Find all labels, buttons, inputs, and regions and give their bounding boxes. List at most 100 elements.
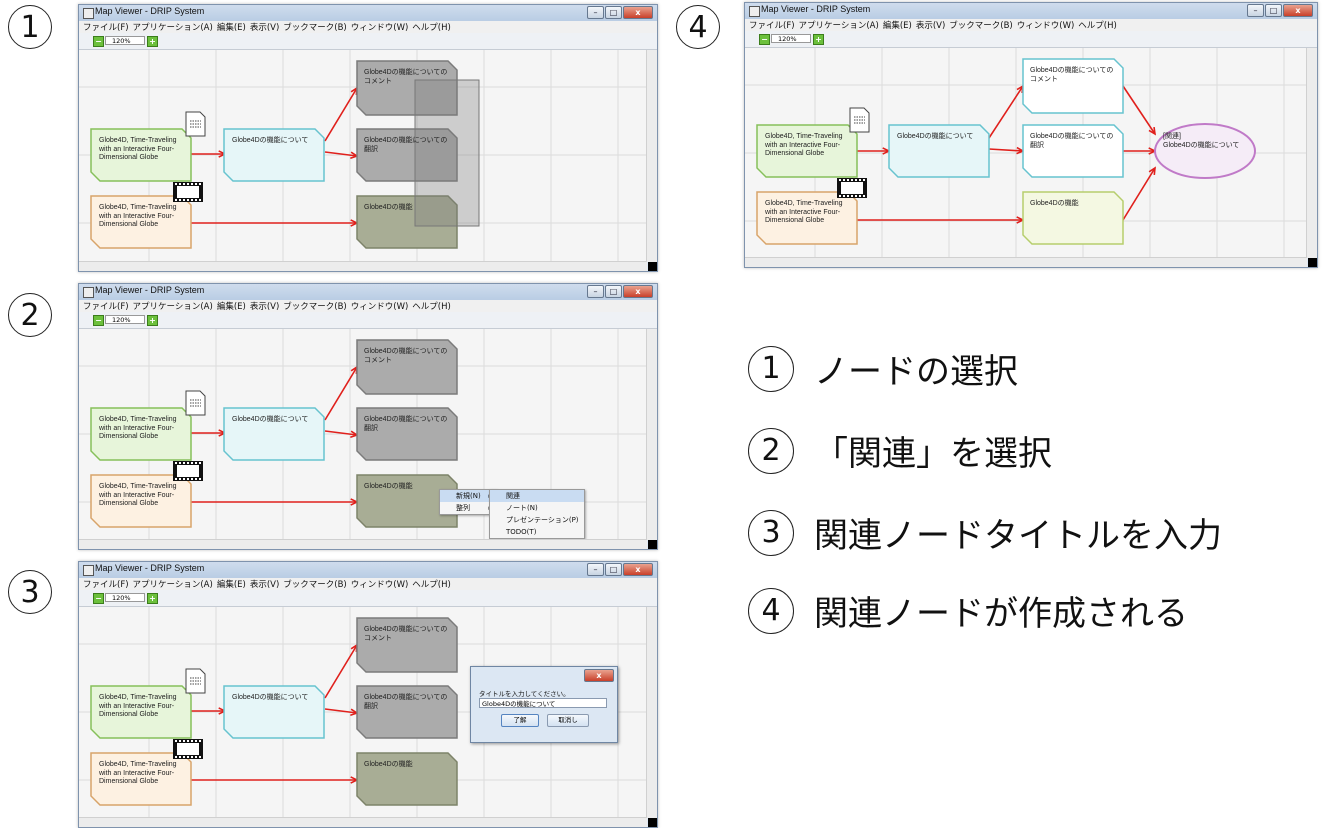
navigator-corner[interactable] xyxy=(648,262,657,271)
menu-item-2[interactable]: 編集(E) xyxy=(217,23,246,33)
close-button[interactable]: x xyxy=(1283,4,1313,17)
menu-item-6[interactable]: ヘルプ(H) xyxy=(412,580,451,590)
zoom-out-button[interactable]: − xyxy=(93,315,104,326)
window-title: Map Viewer - DRIP System xyxy=(761,4,871,14)
app-icon xyxy=(83,287,94,298)
menu-item-0[interactable]: ファイル(F) xyxy=(83,23,129,33)
node-source-globe4d-paper-label: Globe4D, Time-Traveling with an Interact… xyxy=(99,694,177,718)
close-button[interactable]: x xyxy=(623,6,653,19)
menu-item-2[interactable]: 編集(E) xyxy=(217,580,246,590)
menu-new[interactable]: 新規(N)▸ xyxy=(440,490,496,502)
minimize-button[interactable]: – xyxy=(587,6,604,19)
link-arrow xyxy=(324,87,358,142)
menu-item-5[interactable]: ウィンドウ(W) xyxy=(351,23,409,33)
menu-align[interactable]: 整列▸ xyxy=(440,502,496,514)
step-caption-2: 2 「関連」を選択 xyxy=(748,426,1052,475)
navigator-corner[interactable] xyxy=(648,540,657,549)
menu-bar: ファイル(F) アプリケーション(A) 編集(E) 表示(V) ブックマーク(B) ウィン… xyxy=(745,19,1317,31)
maximize-button[interactable]: □ xyxy=(1265,4,1282,17)
zoom-select[interactable]: 120% xyxy=(105,315,145,324)
navigator-corner[interactable] xyxy=(648,818,657,827)
zoom-out-button[interactable]: − xyxy=(759,34,770,45)
menu-item-6[interactable]: ヘルプ(H) xyxy=(412,23,451,33)
step-number-2: 2 xyxy=(748,427,794,474)
minimize-button[interactable]: – xyxy=(587,285,604,298)
vertical-scrollbar[interactable] xyxy=(646,607,657,818)
window-title: Map Viewer - DRIP System xyxy=(95,285,205,295)
submenu-item-2[interactable]: プレゼンテーション(P) xyxy=(490,514,584,526)
maximize-button[interactable]: □ xyxy=(605,285,622,298)
vertical-scrollbar[interactable] xyxy=(646,329,657,540)
menu-item-6[interactable]: ヘルプ(H) xyxy=(1078,21,1117,31)
vertical-scrollbar[interactable] xyxy=(646,50,657,262)
title-bar: Map Viewer - DRIP System – □ x xyxy=(79,284,657,300)
map-canvas[interactable]: Globe4D, Time-Traveling with an Interact… xyxy=(79,607,657,818)
menu-item-4[interactable]: ブックマーク(B) xyxy=(283,23,346,33)
node-globe4d-translation-label: Globe4Dの機能についての 翻訳 xyxy=(364,416,448,432)
link-arrow xyxy=(324,644,358,699)
zoom-in-button[interactable]: + xyxy=(147,593,158,604)
horizontal-scrollbar[interactable] xyxy=(79,539,647,549)
zoom-in-button[interactable]: + xyxy=(147,315,158,326)
menu-item-1[interactable]: アプリケーション(A) xyxy=(133,580,213,590)
menu-item-5[interactable]: ウィンドウ(W) xyxy=(351,580,409,590)
map-canvas[interactable]: Globe4D, Time-Traveling with an Interact… xyxy=(79,50,657,262)
title-input-dialog: x タイトルを入力してください。 Globe4Dの機能について了解 取消し xyxy=(470,666,618,743)
map-canvas[interactable]: Globe4D, Time-Traveling with an Interact… xyxy=(745,48,1317,258)
title-bar: Map Viewer - DRIP System – □ x xyxy=(79,562,657,578)
zoom-out-button[interactable]: − xyxy=(93,36,104,47)
menu-item-6[interactable]: ヘルプ(H) xyxy=(412,302,451,312)
node-globe4d-comment-label: Globe4Dの機能についての コメント xyxy=(1030,67,1114,83)
submenu-item-1[interactable]: ノート(N) xyxy=(490,502,584,514)
node-globe4d-translation-label: Globe4Dの機能についての 翻訳 xyxy=(364,137,448,153)
menu-item-3[interactable]: 表示(V) xyxy=(250,23,279,33)
vertical-scrollbar[interactable] xyxy=(1306,48,1317,258)
maximize-button[interactable]: □ xyxy=(605,6,622,19)
menu-item-3[interactable]: 表示(V) xyxy=(250,580,279,590)
zoom-select[interactable]: 120% xyxy=(105,593,145,602)
horizontal-scrollbar[interactable] xyxy=(79,261,647,271)
menu-item-4[interactable]: ブックマーク(B) xyxy=(283,580,346,590)
node-globe4d-about-label: Globe4Dの機能について xyxy=(897,133,974,140)
menu-item-3[interactable]: 表示(V) xyxy=(916,21,945,31)
title-bar: Map Viewer - DRIP System – □ x xyxy=(79,5,657,21)
zoom-select[interactable]: 120% xyxy=(105,36,145,45)
navigator-corner[interactable] xyxy=(1308,258,1317,267)
menu-item-3[interactable]: 表示(V) xyxy=(250,302,279,312)
zoom-in-button[interactable]: + xyxy=(813,34,824,45)
zoom-select[interactable]: 120% xyxy=(771,34,811,43)
document-icon xyxy=(185,668,206,694)
dialog-title-input[interactable]: Globe4Dの機能について xyxy=(479,698,607,708)
menu-item-0[interactable]: ファイル(F) xyxy=(83,302,129,312)
dialog-close-button[interactable]: x xyxy=(584,669,614,682)
minimize-button[interactable]: – xyxy=(587,563,604,576)
panel-number-1: 1 xyxy=(8,5,52,49)
submenu-item-0[interactable]: 関連 xyxy=(490,490,584,502)
horizontal-scrollbar[interactable] xyxy=(745,257,1307,267)
dialog-cancel-button[interactable]: 取消し xyxy=(547,714,589,727)
minimize-button[interactable]: – xyxy=(1247,4,1264,17)
menu-item-5[interactable]: ウィンドウ(W) xyxy=(351,302,409,312)
close-button[interactable]: x xyxy=(623,563,653,576)
menu-item-4[interactable]: ブックマーク(B) xyxy=(949,21,1012,31)
map-canvas[interactable]: Globe4D, Time-Traveling with an Interact… xyxy=(79,329,657,540)
menu-item-0[interactable]: ファイル(F) xyxy=(83,580,129,590)
map-viewer-window-step1: Map Viewer - DRIP System – □ x ファイル(F) アプリケーシ… xyxy=(78,4,658,272)
maximize-button[interactable]: □ xyxy=(605,563,622,576)
link-arrow xyxy=(988,148,1024,152)
menu-item-0[interactable]: ファイル(F) xyxy=(749,21,795,31)
menu-item-1[interactable]: アプリケーション(A) xyxy=(133,302,213,312)
dialog-ok-button[interactable]: 了解 xyxy=(501,714,539,727)
submenu-item-3[interactable]: TODO(T) xyxy=(490,526,584,538)
zoom-in-button[interactable]: + xyxy=(147,36,158,47)
menu-item-1[interactable]: アプリケーション(A) xyxy=(133,23,213,33)
close-button[interactable]: x xyxy=(623,285,653,298)
menu-item-1[interactable]: アプリケーション(A) xyxy=(799,21,879,31)
menu-item-5[interactable]: ウィンドウ(W) xyxy=(1017,21,1075,31)
dialog-prompt: タイトルを入力してください。 xyxy=(479,690,570,698)
horizontal-scrollbar[interactable] xyxy=(79,817,647,827)
zoom-out-button[interactable]: − xyxy=(93,593,104,604)
menu-item-4[interactable]: ブックマーク(B) xyxy=(283,302,346,312)
menu-item-2[interactable]: 編集(E) xyxy=(883,21,912,31)
menu-item-2[interactable]: 編集(E) xyxy=(217,302,246,312)
